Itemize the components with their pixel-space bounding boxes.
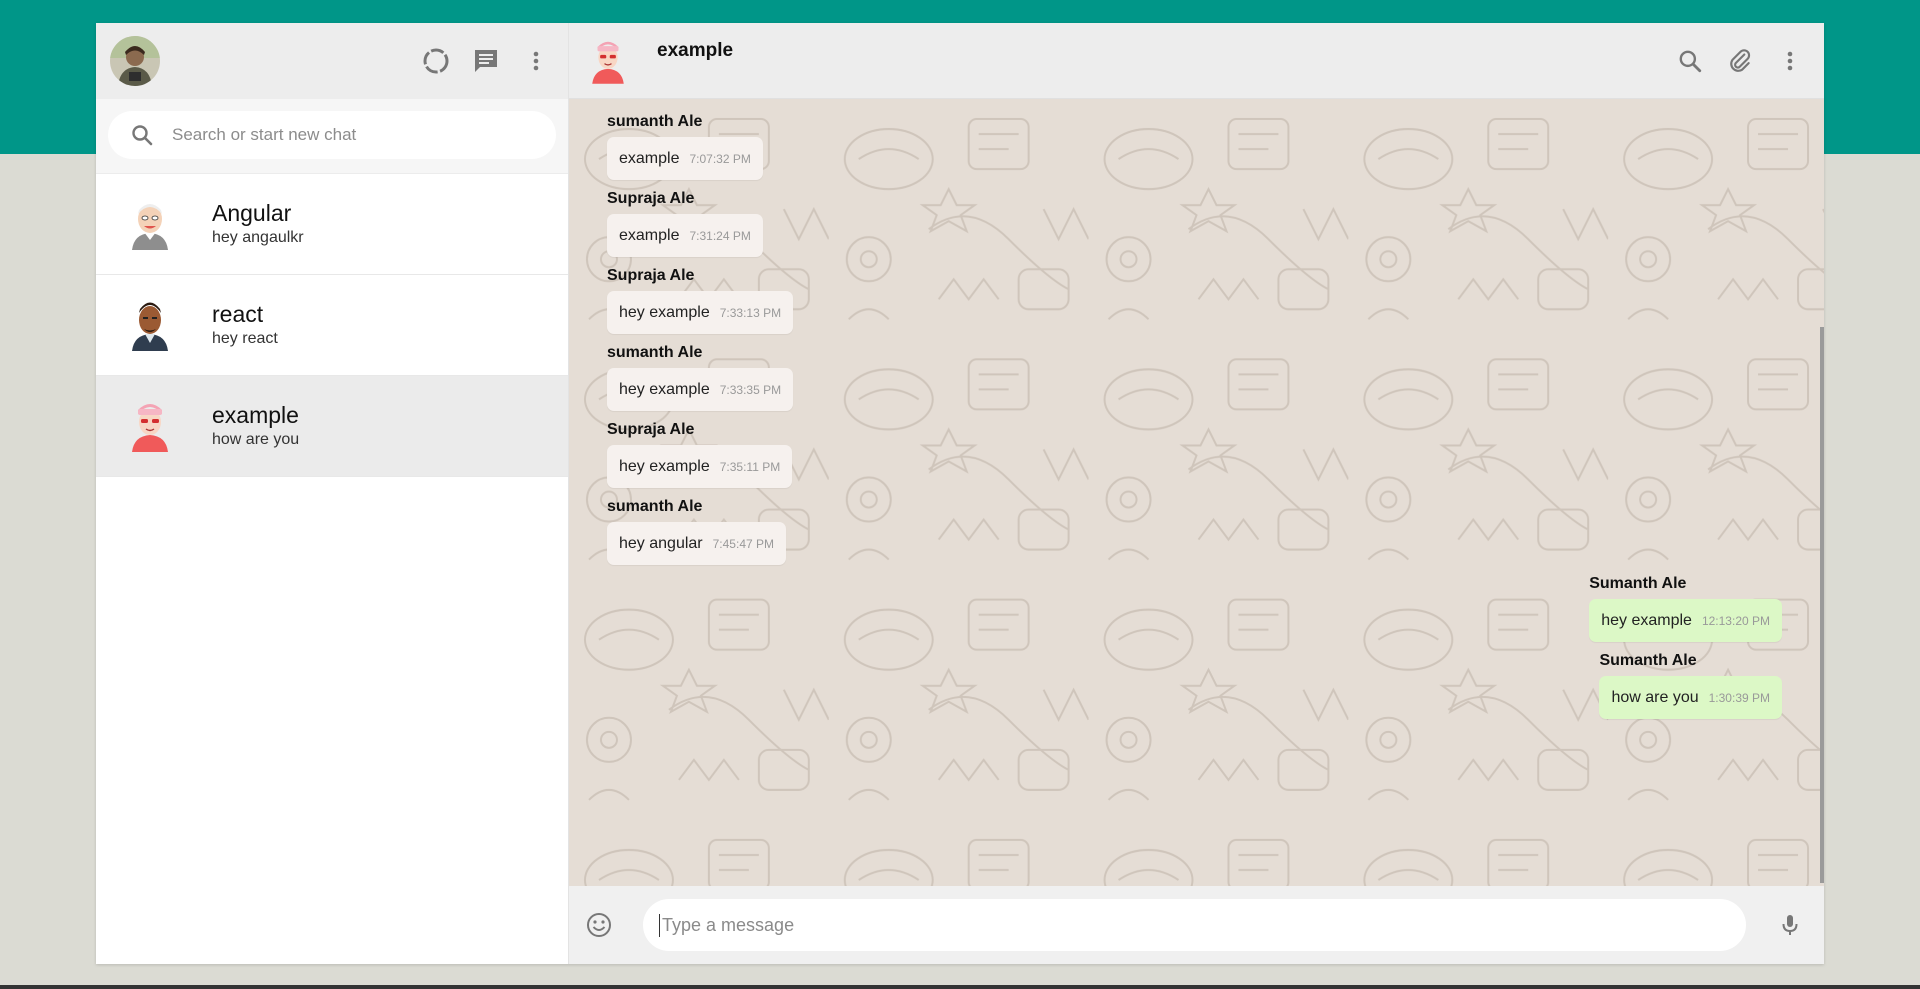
message-time: 7:35:11 PM (719, 460, 781, 474)
message-sender: Supraja Ale (607, 421, 695, 438)
search-box[interactable] (108, 111, 556, 159)
search-icon (1679, 50, 1702, 72)
message: Supraja Ale example 7:31:24 PM (607, 190, 1782, 257)
message: sumanth Ale example 7:07:32 PM (607, 113, 1782, 180)
conversation-panel: example sumanth Ale example 7:07:32 PM S… (569, 23, 1824, 964)
scrollbar[interactable] (1820, 327, 1824, 883)
chat-name: example (212, 402, 299, 428)
message-sender: Supraja Ale (607, 190, 695, 207)
sidebar-menu-button[interactable] (518, 43, 554, 79)
more-vert-icon (533, 51, 539, 71)
status-button[interactable] (418, 43, 454, 79)
message: Supraja Ale hey example 7:33:13 PM (607, 267, 1782, 334)
message-text: example (619, 150, 680, 167)
message-text: hey example (1601, 612, 1692, 629)
more-vert-icon (1787, 51, 1793, 70)
status-icon (423, 48, 449, 74)
message-sender: sumanth Ale (607, 344, 703, 361)
chat-last-message: hey react (212, 330, 278, 347)
message-sender: sumanth Ale (607, 113, 703, 130)
message-bubble: hey example 7:35:11 PM (607, 445, 793, 488)
message-bubble: hey example 7:33:13 PM (607, 291, 794, 334)
message-input-box[interactable] (643, 899, 1746, 951)
message-time: 7:33:13 PM (719, 306, 782, 320)
message-text: hey example (619, 304, 710, 321)
conversation-header: example (569, 23, 1824, 99)
message-time: 12:13:20 PM (1701, 614, 1770, 628)
message-bubble: hey angular 7:45:47 PM (607, 522, 786, 565)
chat-item-angular[interactable]: Angular hey angaulkr (96, 174, 568, 275)
chat-list: Angular hey angaulkr react hey react exa… (96, 174, 568, 964)
paperclip-icon (1730, 48, 1751, 72)
message-bubble: example 7:31:24 PM (607, 214, 763, 257)
emoji-icon (587, 913, 611, 937)
chat-text: example how are you (212, 401, 299, 451)
sidebar: Angular hey angaulkr (96, 23, 569, 964)
message-sender: Supraja Ale (607, 267, 695, 284)
message-sender: Sumanth Ale (1599, 652, 1697, 669)
message: Supraja Ale hey example 7:35:11 PM (607, 421, 1782, 488)
avatar (126, 198, 174, 250)
message-text: example (619, 227, 680, 244)
conversation-menu-button[interactable] (1772, 43, 1808, 79)
message-composer (569, 886, 1824, 964)
message-time: 7:45:47 PM (712, 537, 774, 551)
voice-button[interactable] (1772, 907, 1808, 943)
chat-last-message: hey angaulkr (212, 229, 304, 246)
conversation-title: example (657, 40, 734, 61)
message: sumanth Ale hey example 7:33:35 PM (607, 344, 1782, 411)
conversation-actions (1672, 43, 1808, 79)
taskbar-edge (0, 985, 1920, 989)
message-text: hey example (619, 458, 710, 475)
attach-button[interactable] (1722, 43, 1758, 79)
sidebar-header (96, 23, 568, 99)
chat-name: Angular (212, 200, 292, 226)
chat-text: react hey react (212, 300, 278, 350)
message-text: hey angular (619, 535, 703, 552)
avatar (126, 299, 174, 351)
message-bubble: example 7:07:32 PM (607, 137, 763, 180)
search-input[interactable] (170, 124, 536, 146)
sidebar-actions (418, 43, 554, 79)
message-time: 7:07:32 PM (689, 152, 751, 166)
search-bar (96, 99, 568, 174)
message-time: 1:30:39 PM (1708, 691, 1770, 705)
message-sender: sumanth Ale (607, 498, 703, 515)
message-outgoing: Sumanth Ale hey example 12:13:20 PM (1589, 575, 1782, 642)
conversation-search-button[interactable] (1672, 43, 1708, 79)
message-input[interactable] (659, 913, 1730, 937)
message-bubble: how are you 1:30:39 PM (1599, 676, 1782, 719)
message-bubble: hey example 12:13:20 PM (1589, 599, 1782, 642)
chat-text: Angular hey angaulkr (212, 199, 304, 249)
avatar (126, 400, 174, 452)
profile-avatar[interactable] (110, 36, 160, 86)
chat-name: react (212, 301, 264, 327)
message-outgoing: Sumanth Ale how are you 1:30:39 PM (1599, 652, 1782, 719)
chat-item-example[interactable]: example how are you (96, 376, 568, 477)
new-chat-button[interactable] (468, 43, 504, 79)
message-bubble: hey example 7:33:35 PM (607, 368, 794, 411)
search-icon (132, 125, 153, 146)
message-text: hey example (619, 381, 710, 398)
message-area[interactable]: sumanth Ale example 7:07:32 PM Supraja Al… (569, 99, 1824, 886)
emoji-button[interactable] (581, 907, 617, 943)
message-time: 7:31:24 PM (689, 229, 751, 243)
mic-icon (1782, 915, 1798, 935)
chat-icon (475, 50, 497, 72)
contact-avatar[interactable] (587, 35, 629, 87)
message: sumanth Ale hey angular 7:45:47 PM (607, 498, 1782, 565)
message-sender: Sumanth Ale (1589, 575, 1687, 592)
chat-last-message: how are you (212, 431, 300, 448)
message-text: how are you (1611, 689, 1699, 706)
message-time: 7:33:35 PM (719, 383, 782, 397)
message-list: sumanth Ale example 7:07:32 PM Supraja Al… (607, 113, 1782, 729)
chat-item-react[interactable]: react hey react (96, 275, 568, 376)
chat-app: Angular hey angaulkr (96, 23, 1824, 964)
